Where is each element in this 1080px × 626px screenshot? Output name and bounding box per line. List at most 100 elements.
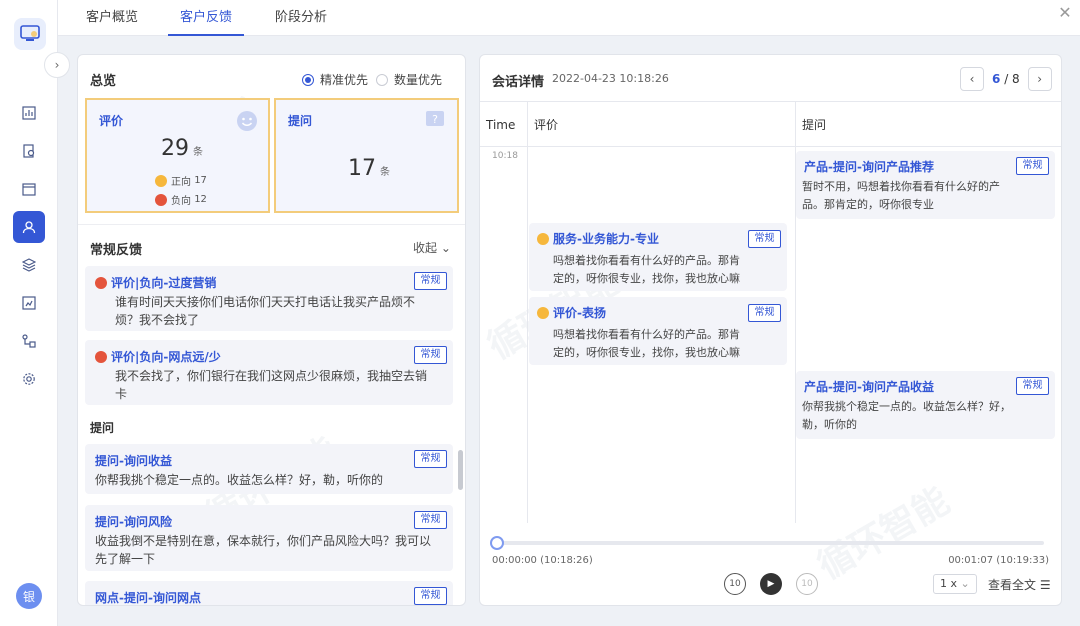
regular-tag: 常规 xyxy=(1016,157,1049,175)
watermark: 循环智能 xyxy=(811,480,957,588)
regular-tag: 常规 xyxy=(414,450,447,468)
prev-page-button[interactable]: ‹ xyxy=(960,67,984,91)
session-title: 会话详情 xyxy=(492,75,545,90)
card-title: 产品-提问-询问产品推荐 xyxy=(804,160,934,174)
sidebar-item-layers[interactable] xyxy=(0,246,58,284)
sidebar-collapse-button[interactable]: › xyxy=(44,52,70,78)
tab-customer-overview[interactable]: 客户概览 xyxy=(86,0,138,36)
card-title: 网点-提问-询问网点 xyxy=(95,591,201,605)
close-icon[interactable]: ✕ xyxy=(1056,4,1074,22)
card-text: 我不会找了，你们银行在我们这网点少很麻烦，我抽空去销卡 xyxy=(115,369,428,401)
card-text: 你帮我挑个稳定一点的。收益怎么样？好，勒，听你的 xyxy=(802,400,1011,431)
happy-face-icon xyxy=(537,306,549,319)
regular-feedback-title: 常规反馈 xyxy=(90,243,143,258)
page-indicator: 6 / 8 xyxy=(992,72,1020,86)
report-icon xyxy=(22,296,36,310)
question-subheading: 提问 xyxy=(90,421,115,435)
regular-tag: 常规 xyxy=(414,272,447,290)
playback-speed-select[interactable]: 1 x ⌄ xyxy=(933,574,977,594)
eval-stat-card[interactable]: 评价 29 条 正向 17 负向 12 xyxy=(85,98,270,213)
column-header-question: 提问 xyxy=(802,118,827,132)
timeline-handle[interactable] xyxy=(490,536,504,550)
svg-text:?: ? xyxy=(432,113,438,126)
list-item[interactable]: 服务-业务能力-专业 常规 吗想着找你看看有什么好的产品。那肯 定的，呀你很专业，… xyxy=(529,223,787,291)
bar-chart-icon xyxy=(22,106,36,120)
list-item[interactable]: 评价|负向-网点远/少 常规 我不会找了，你们银行在我们这网点少很麻烦，我抽空去… xyxy=(85,340,453,405)
smiley-icon xyxy=(237,111,257,131)
list-item[interactable]: 产品-提问-询问产品收益 常规 你帮我挑个稳定一点的。收益怎么样？好， 勒，听你的 xyxy=(796,371,1055,439)
top-tabs: 客户概览 客户反馈 阶段分析 ✕ xyxy=(58,0,1080,36)
session-detail-panel: 循环智能 循环智能 会话详情 2022-04-23 10:18:26 ‹ 6 /… xyxy=(479,54,1062,606)
happy-face-icon xyxy=(155,174,167,187)
chevron-down-icon: ⌄ xyxy=(960,577,970,590)
divider xyxy=(78,224,465,225)
regular-tag: 常规 xyxy=(414,587,447,605)
user-icon xyxy=(22,221,36,234)
card-text: 你帮我挑个稳定一点的。收益怎么样？好，勒，听你的 xyxy=(95,473,384,487)
regular-tag: 常规 xyxy=(414,346,447,364)
question-stat-card[interactable]: 提问 ? 17 条 xyxy=(274,98,459,213)
session-datetime: 2022-04-23 10:18:26 xyxy=(552,72,669,85)
regular-tag: 常规 xyxy=(748,304,781,322)
sidebar-item-report[interactable] xyxy=(0,284,58,322)
column-header-time: Time xyxy=(486,118,516,132)
question-icon: ? xyxy=(426,111,444,126)
app-window: › 银 客户概览 客户反馈 阶段分析 ✕ 循环智能 循环智能 总览 精准优先 数… xyxy=(0,0,1080,626)
next-page-button[interactable]: › xyxy=(1027,67,1052,91)
card-title: 评价|负向-过度营销 xyxy=(111,276,217,290)
angry-face-icon xyxy=(155,193,167,206)
sidebar-item-customer[interactable] xyxy=(0,208,58,246)
calendar-icon xyxy=(22,183,36,196)
table-header: Time 评价 提问 xyxy=(480,101,1061,147)
sidebar-item-settings[interactable] xyxy=(0,360,58,398)
sidebar-item-flow[interactable] xyxy=(0,322,58,360)
list-item[interactable]: 提问-询问风险 常规 收益我倒不是特别在意，保本就行，你们产品风险大吗？我可以先… xyxy=(85,505,453,571)
list-item[interactable]: 网点-提问-询问网点 常规 xyxy=(85,581,453,605)
radio-precise-priority[interactable]: 精准优先 xyxy=(302,71,368,88)
rewind-10-icon[interactable]: 10 xyxy=(724,573,746,595)
card-text: 吗想着找你看看有什么好的产品。那肯 定的，呀你很专业，找你，我也放心嘛 xyxy=(553,328,740,359)
sidebar-item-stats[interactable] xyxy=(0,94,58,132)
audio-timeline-slider[interactable] xyxy=(490,536,1044,550)
sidebar-item-search-doc[interactable] xyxy=(0,132,58,170)
eval-positive-count: 正向 17 xyxy=(155,173,207,188)
card-title: 评价-表扬 xyxy=(553,306,606,320)
play-icon[interactable]: ▶ xyxy=(760,573,782,595)
time-mark: 10:18 xyxy=(492,151,518,161)
collapse-toggle[interactable]: 收起 ⌄ xyxy=(413,239,451,256)
angry-face-icon xyxy=(95,350,107,363)
regular-tag: 常规 xyxy=(1016,377,1049,395)
view-fulltext-link[interactable]: 查看全文 ☰ xyxy=(988,576,1051,593)
tab-stage-analysis[interactable]: 阶段分析 xyxy=(275,0,327,36)
time-end: 00:01:07 (10:19:33) xyxy=(948,555,1049,566)
list-item[interactable]: 提问-询问收益 常规 你帮我挑个稳定一点的。收益怎么样？好，勒，听你的 xyxy=(85,444,453,494)
list-item[interactable]: 评价-表扬 常规 吗想着找你看看有什么好的产品。那肯 定的，呀你很专业，找你，我也… xyxy=(529,297,787,365)
flow-icon xyxy=(22,334,36,348)
list-item[interactable]: 评价|负向-过度营销 常规 谁有时间天天接你们电话你们天天打电话让我买产品烦不烦… xyxy=(85,266,453,331)
card-text: 暂时不用，吗想着找你看看有什么好的产 品。那肯定的，呀你很专业 xyxy=(802,180,1000,211)
regular-tag: 常规 xyxy=(414,511,447,529)
tab-customer-feedback[interactable]: 客户反馈 xyxy=(167,0,245,36)
time-start: 00:00:00 (10:18:26) xyxy=(492,555,593,566)
scrollbar[interactable] xyxy=(458,450,463,490)
card-text: 收益我倒不是特别在意，保本就行，你们产品风险大吗？我可以 先了解一下 xyxy=(95,534,432,566)
forward-10-icon[interactable]: 10 xyxy=(796,573,818,595)
list-icon: ☰ xyxy=(1039,578,1051,592)
sidebar-item-calendar[interactable] xyxy=(0,170,58,208)
pager: ‹ 6 / 8 › xyxy=(960,67,1052,91)
radio-count-priority[interactable]: 数量优先 xyxy=(376,71,442,88)
layers-icon xyxy=(22,258,36,272)
gear-icon xyxy=(23,373,35,385)
card-title: 提问-询问收益 xyxy=(95,454,172,468)
card-title: 服务-业务能力-专业 xyxy=(553,232,659,246)
card-title: 评价|负向-网点远/少 xyxy=(111,350,221,364)
avatar[interactable]: 银 xyxy=(16,583,42,609)
eval-count: 29 条 xyxy=(161,136,203,161)
happy-face-icon xyxy=(537,232,549,245)
app-logo-icon[interactable] xyxy=(14,18,46,50)
overview-title: 总览 xyxy=(90,74,117,89)
list-item[interactable]: 产品-提问-询问产品推荐 常规 暂时不用，吗想着找你看看有什么好的产 品。那肯定的… xyxy=(796,151,1055,219)
question-stat-label: 提问 xyxy=(288,114,313,128)
question-count: 17 条 xyxy=(348,156,390,181)
sidebar-nav xyxy=(0,94,58,398)
